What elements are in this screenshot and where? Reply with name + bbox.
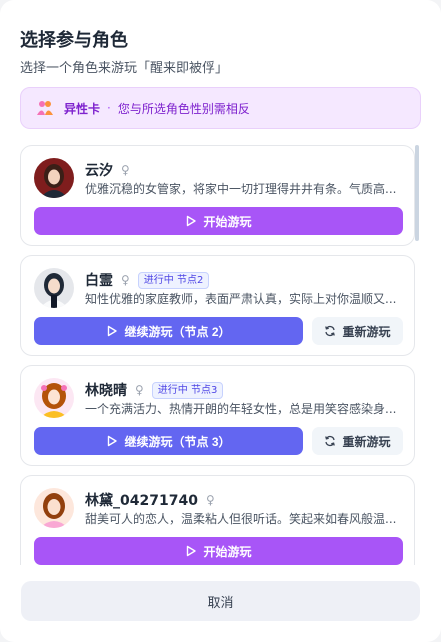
- character-name: 云汐: [85, 163, 113, 179]
- cancel-button[interactable]: 取消: [21, 581, 420, 621]
- couple-icon: [36, 99, 54, 117]
- dialog-title: 选择参与角色: [20, 30, 128, 51]
- avatar: [34, 158, 74, 198]
- name-row: 云汐 ♀: [85, 160, 130, 180]
- button-label: 继续游玩（节点 3）: [124, 434, 231, 449]
- continue-play-button[interactable]: 继续游玩（节点 2）: [34, 317, 303, 345]
- character-description: 一个充满活力、热情开朗的年轻女性，总是用笑容感染身...: [85, 402, 397, 416]
- avatar: [34, 268, 74, 308]
- character-description: 知性优雅的家庭教师，表面严肃认真，实际上对你温顺又...: [85, 292, 397, 306]
- character-card: 云汐 ♀ 优雅沉稳的女管家，将家中一切打理得井井有条。气质高... 开始游玩: [20, 145, 415, 246]
- play-icon: [185, 215, 197, 227]
- female-icon: ♀: [205, 493, 215, 507]
- progress-badge: 进行中 节点2: [137, 271, 210, 289]
- banner-description: 您与所选角色性别需相反: [117, 101, 250, 116]
- female-icon: ♀: [135, 383, 144, 397]
- button-label: 重新游玩: [342, 324, 391, 339]
- character-name: 林晓晴: [85, 383, 127, 399]
- name-row: 白霊 ♀ 进行中 节点2: [85, 270, 210, 290]
- list-scrollbar[interactable]: [415, 145, 419, 241]
- character-name: 林黛_04271740: [85, 493, 198, 509]
- continue-play-button[interactable]: 继续游玩（节点 3）: [34, 427, 303, 455]
- button-label: 开始游玩: [203, 214, 252, 229]
- role-select-dialog: 选择参与角色 选择一个角色来游玩「醒来即被俘」 异性卡 · 您与所选角色性别需相…: [0, 0, 441, 642]
- character-card: 林晓晴 ♀ 进行中 节点3 一个充满活力、热情开朗的年轻女性，总是用笑容感染身.…: [20, 365, 415, 466]
- button-label: 开始游玩: [203, 544, 252, 559]
- restart-button[interactable]: 重新游玩: [312, 427, 403, 455]
- character-name: 白霊: [85, 273, 113, 289]
- character-description: 优雅沉稳的女管家，将家中一切打理得井井有条。气质高...: [85, 182, 397, 196]
- start-play-button[interactable]: 开始游玩: [34, 537, 403, 565]
- name-row: 林晓晴 ♀ 进行中 节点3: [85, 380, 224, 400]
- refresh-icon: [324, 325, 336, 337]
- character-card: 白霊 ♀ 进行中 节点2 知性优雅的家庭教师，表面严肃认真，实际上对你温顺又..…: [20, 255, 415, 356]
- name-row: 林黛_04271740 ♀: [85, 490, 215, 510]
- play-icon: [106, 435, 118, 447]
- avatar: [34, 488, 74, 528]
- button-label: 重新游玩: [342, 434, 391, 449]
- character-list[interactable]: 云汐 ♀ 优雅沉稳的女管家，将家中一切打理得井井有条。气质高... 开始游玩 白…: [20, 145, 422, 565]
- restart-button[interactable]: 重新游玩: [312, 317, 403, 345]
- hetero-card-banner: 异性卡 · 您与所选角色性别需相反: [20, 87, 421, 129]
- button-label: 继续游玩（节点 2）: [124, 324, 231, 339]
- female-icon: ♀: [121, 273, 130, 287]
- character-description: 甜美可人的恋人，温柔粘人但很听话。笑起来如春风般温...: [85, 512, 397, 526]
- banner-separator: ·: [107, 101, 111, 115]
- dialog-subtitle: 选择一个角色来游玩「醒来即被俘」: [20, 61, 229, 76]
- character-card: 林黛_04271740 ♀ 甜美可人的恋人，温柔粘人但很听话。笑起来如春风般温.…: [20, 475, 415, 565]
- play-icon: [185, 545, 197, 557]
- start-play-button[interactable]: 开始游玩: [34, 207, 403, 235]
- banner-label: 异性卡: [64, 101, 101, 116]
- avatar: [34, 378, 74, 418]
- progress-badge: 进行中 节点3: [151, 381, 224, 399]
- play-icon: [106, 325, 118, 337]
- refresh-icon: [324, 435, 336, 447]
- female-icon: ♀: [121, 163, 130, 177]
